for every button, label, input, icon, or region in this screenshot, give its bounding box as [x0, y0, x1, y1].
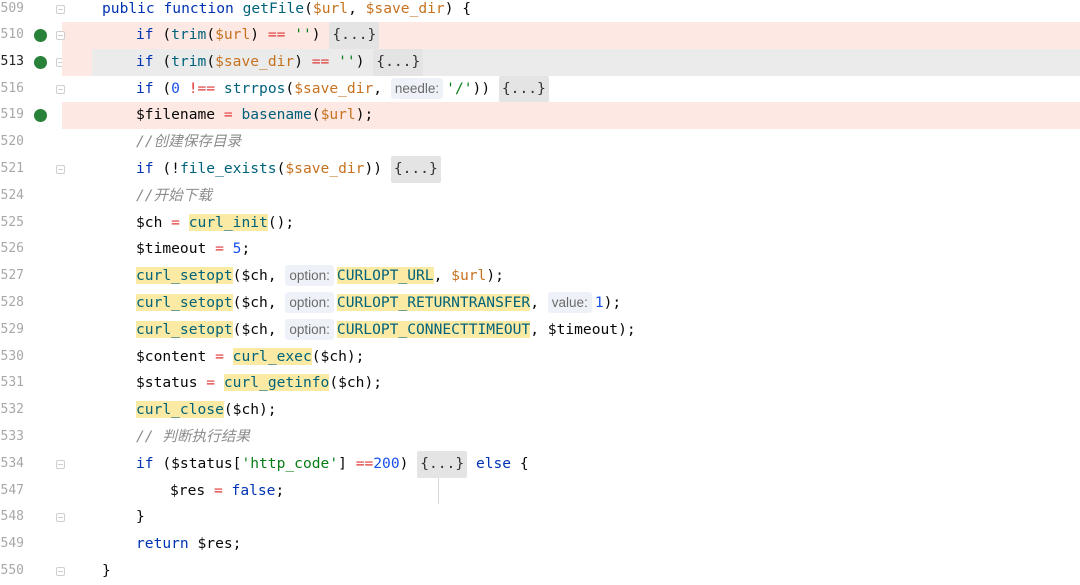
line-number: 509 [0, 1, 24, 16]
code-line[interactable]: 525 $ch = curl_init(); [0, 210, 1080, 237]
code-line[interactable]: 530 $content = curl_exec($ch); [0, 344, 1080, 371]
code-line[interactable]: 519 $filename = basename($url); [0, 102, 1080, 130]
line-number: 548 [0, 509, 24, 525]
fold-icon[interactable] [56, 165, 65, 174]
line-number: 516 [0, 80, 24, 96]
code-text: curl_close($ch); [136, 401, 277, 419]
code-line[interactable]: 547 $res = false; [0, 478, 1080, 505]
param-hint: option: [285, 265, 334, 287]
code-line[interactable]: 533 // 判断执行结果 [0, 424, 1080, 451]
code-text: $timeout = 5; [136, 240, 251, 258]
breakpoint-icon[interactable] [34, 29, 47, 42]
code-line[interactable]: 532 curl_close($ch); [0, 397, 1080, 424]
line-number: 532 [0, 402, 24, 418]
code-line[interactable]: 524 //开始下载 [0, 183, 1080, 210]
line-number: 510 [0, 27, 24, 42]
code-line[interactable]: 516 if (0 !== strrpos($save_dir, needle:… [0, 75, 1080, 103]
code-text: if (0 !== strrpos($save_dir, needle: '/')… [136, 75, 549, 103]
line-number: 526 [0, 241, 24, 257]
fold-icon[interactable] [56, 459, 65, 469]
code-line[interactable]: 510 if (trim($url) == '') {...} [0, 22, 1080, 49]
code-text: if (trim($save_dir) == '') {...} [136, 48, 424, 76]
code-line[interactable]: 531 $status = curl_getinfo($ch); [0, 370, 1080, 397]
code-line[interactable]: 527 curl_setopt($ch, option: CURLOPT_URL,… [0, 263, 1080, 290]
line-number: 528 [0, 295, 24, 310]
breakpoint-icon[interactable] [34, 109, 47, 123]
code-comment: // 判断执行结果 [136, 428, 250, 445]
code-text: curl_setopt($ch, option: CURLOPT_CONNECTT… [136, 318, 636, 340]
param-hint: needle: [390, 77, 444, 99]
code-line-current[interactable]: 513 if (trim($save_dir) == '') {...} [0, 48, 1080, 76]
code-line[interactable]: 521 if (!file_exists($save_dir)) {...} [0, 156, 1080, 183]
code-line[interactable]: 534 if ($status['http_code'] ==200) {...… [0, 450, 1080, 478]
fold-icon[interactable] [56, 5, 65, 14]
code-text: $filename = basename($url); [136, 106, 374, 124]
breakpoint-icon[interactable] [34, 55, 47, 69]
code-text: $status = curl_getinfo($ch); [136, 374, 383, 392]
code-text: $res = false; [170, 481, 285, 499]
code-comment: //开始下载 [136, 186, 212, 204]
param-hint: value: [547, 292, 592, 313]
line-number: 534 [0, 455, 24, 471]
line-number: 550 [0, 563, 24, 578]
code-text: } [102, 562, 111, 579]
param-hint: option: [285, 292, 334, 313]
line-number: 533 [0, 429, 24, 444]
param-hint: option: [285, 318, 334, 340]
line-number: 513 [0, 53, 24, 69]
code-text: if (!file_exists($save_dir)) {...} [136, 156, 441, 183]
code-text: public function getFile($url, $save_dir)… [102, 0, 472, 17]
fold-icon[interactable] [56, 567, 65, 576]
code-text: } [136, 508, 145, 526]
indent-guide [438, 478, 439, 504]
code-comment: //创建保存目录 [136, 133, 242, 151]
code-editor[interactable]: 509 public function getFile($url, $save_… [0, 0, 1080, 579]
line-number: 531 [0, 375, 24, 391]
line-number: 520 [0, 134, 24, 150]
code-line[interactable]: 550 } [0, 558, 1080, 585]
code-text: curl_setopt($ch, option: CURLOPT_RETURNTR… [136, 292, 622, 313]
line-number: 525 [0, 214, 24, 230]
code-line[interactable]: 529 curl_setopt($ch, option: CURLOPT_CONN… [0, 317, 1080, 344]
code-text: curl_setopt($ch, option: CURLOPT_URL, $ur… [136, 265, 504, 287]
line-number: 547 [0, 482, 24, 498]
fold-icon[interactable] [56, 84, 65, 94]
line-number: 524 [0, 187, 24, 203]
code-line[interactable]: 509 public function getFile($url, $save_… [0, 0, 1080, 23]
line-number: 549 [0, 536, 24, 552]
line-number: 527 [0, 268, 24, 284]
code-line[interactable]: 526 $timeout = 5; [0, 236, 1080, 263]
code-text: if (trim($url) == '') {...} [136, 22, 380, 49]
fold-icon[interactable] [56, 513, 65, 523]
code-line[interactable]: 548 } [0, 504, 1080, 531]
line-number: 529 [0, 321, 24, 337]
line-number: 521 [0, 161, 24, 176]
code-line[interactable]: 549 return $res; [0, 531, 1080, 558]
code-line[interactable]: 528 curl_setopt($ch, option: CURLOPT_RETU… [0, 290, 1080, 317]
code-text: return $res; [136, 535, 242, 553]
fold-icon[interactable] [56, 31, 65, 40]
code-line[interactable]: 520 //创建保存目录 [0, 129, 1080, 156]
code-text: $content = curl_exec($ch); [136, 347, 365, 365]
line-number: 530 [0, 348, 24, 364]
code-text: if ($status['http_code'] ==200) {...} el… [136, 450, 529, 478]
code-text: $ch = curl_init(); [136, 213, 295, 231]
line-number: 519 [0, 107, 24, 123]
